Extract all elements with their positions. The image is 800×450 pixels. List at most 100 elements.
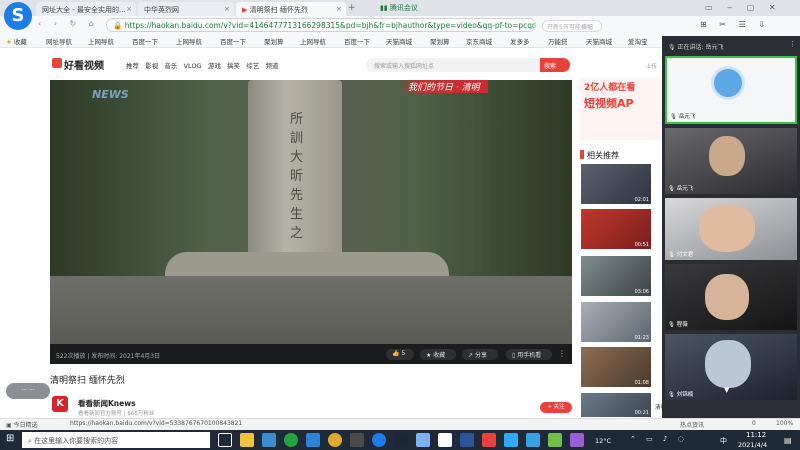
site-search-button[interactable]: 搜索 [540, 58, 570, 72]
like-button[interactable]: 👍 5 [386, 349, 414, 360]
nav-item[interactable]: 影视 [145, 62, 158, 70]
meeting-indicator[interactable]: ▮▮ 腾讯会议 [380, 3, 418, 13]
bookmark-item[interactable]: 京东商城 [466, 36, 492, 46]
bookmark-fav[interactable]: ★ 收藏 [6, 36, 27, 46]
app-icon[interactable] [570, 433, 584, 447]
avatar [711, 66, 745, 100]
floating-chat-bubble[interactable]: ··· ··· [6, 383, 50, 399]
app-icon[interactable] [350, 433, 364, 447]
close-icon[interactable]: × [224, 5, 230, 13]
tab-nav-site[interactable]: 网址大全 - 最安全实用的... × [36, 2, 136, 16]
bookmark-item[interactable]: 发多多 [510, 36, 530, 46]
nav-item[interactable]: 游戏 [208, 62, 221, 70]
task-view-icon[interactable] [218, 433, 232, 447]
status-url: https://haokan.baidu.com/v?vid=533876767… [70, 420, 243, 427]
file-explorer-icon[interactable] [240, 433, 254, 447]
word-icon[interactable] [460, 433, 474, 447]
more-icon[interactable]: ⋮ [558, 349, 566, 358]
clock-time[interactable]: 11:12 [746, 431, 766, 439]
tray-icons[interactable]: ⌃ ▭ ♪ ◌ [630, 435, 688, 443]
bookmark-item[interactable]: 上网导航 [88, 36, 114, 46]
recommend-thumbnail[interactable]: 00:21 [581, 393, 651, 417]
steam-icon[interactable] [394, 433, 408, 447]
bookmark-item[interactable]: 上网导航 [176, 36, 202, 46]
status-hot-news[interactable]: 热点资讯 [680, 420, 704, 429]
nav-item[interactable]: 综艺 [246, 62, 259, 70]
tab-video[interactable]: ▶ 清明祭扫 缅怀先烈 × [236, 2, 346, 16]
window-controls[interactable]: ▭ ‒ ▢ ✕ [705, 3, 782, 12]
zoom-level[interactable]: 100% [776, 420, 793, 427]
tab-martyrs-site[interactable]: 中华英烈网 × [138, 2, 234, 16]
bookmark-item[interactable]: 爱淘宝 [628, 36, 648, 46]
ad-line-1: 2亿人都在看 [584, 83, 636, 93]
bookmark-item[interactable]: 万能贷 [548, 36, 568, 46]
status-left[interactable]: ▣ 今日精选 [6, 420, 38, 429]
share-icon: ↗ [468, 352, 475, 359]
toolbar-icons[interactable]: ⊞ ✂ ☰ ⇩ [700, 20, 770, 29]
recommend-thumbnail[interactable]: 01:23 [581, 302, 651, 342]
upload-link[interactable]: 上传 [646, 62, 657, 70]
meeting-app-icon[interactable] [416, 433, 430, 447]
photoshop-icon[interactable] [504, 433, 518, 447]
browser-taskbar-icon[interactable] [372, 433, 386, 447]
qq-icon[interactable] [328, 433, 342, 447]
notification-icon[interactable]: ▤ [784, 436, 792, 445]
wechat-icon[interactable] [284, 433, 298, 447]
panel-menu-icon[interactable]: ⋮ [789, 40, 796, 48]
participant-tile[interactable]: 🎙 岳元飞 [665, 128, 797, 194]
mail-icon[interactable] [306, 433, 320, 447]
ime-indicator[interactable]: 中 [720, 436, 727, 446]
follow-button[interactable]: + 关注 [540, 402, 572, 413]
participant-tile[interactable]: 🎙 付文君 [665, 198, 797, 260]
nav-item[interactable]: 音乐 [164, 62, 177, 70]
address-bar[interactable]: 🔒 https://haokan.baidu.com/v?vid=4146477… [106, 18, 536, 32]
phone-watch-button[interactable]: ▯ 用手机看 [506, 349, 552, 360]
media-icon[interactable] [482, 433, 496, 447]
bookmark-item[interactable]: 百度一下 [220, 36, 246, 46]
nav-item[interactable]: 搞笑 [227, 62, 240, 70]
taskbar-search-input[interactable]: ⌕ 在这里输入你要搜索的内容 [22, 432, 210, 448]
close-icon[interactable]: × [336, 5, 342, 13]
notepad-icon[interactable] [438, 433, 452, 447]
bookmark-item[interactable]: 天猫商城 [586, 36, 612, 46]
ad-banner[interactable]: 2亿人都在看 短视频AP [580, 78, 662, 140]
edge-icon[interactable] [262, 433, 276, 447]
bookmark-item[interactable]: 聚划算 [430, 36, 450, 46]
recommend-thumbnail[interactable]: 02:01 [581, 164, 651, 204]
bookmark-item[interactable]: 聚划算 [264, 36, 284, 46]
participant-tile[interactable]: 🎙 岳元飞 [665, 56, 797, 124]
close-icon[interactable]: × [126, 5, 132, 13]
video-player[interactable]: 所 訓 大 昕 先 生 之 我们的节日 · 清明 NEWS [50, 80, 572, 364]
site-search-input[interactable]: 搜索或输入搜狐网址点 [366, 58, 540, 72]
site-nav: 推荐 影视 音乐 VLOG 游戏 搞笑 综艺 频道 [126, 60, 278, 70]
recommend-thumbnail[interactable]: 01:08 [581, 347, 651, 387]
nav-item[interactable]: 推荐 [126, 62, 139, 70]
video-stats: 522次播放 | 发布时间: 2021年4月3日 [56, 353, 161, 360]
bookmark-item[interactable]: 百度一下 [132, 36, 158, 46]
windows-start-icon[interactable]: ⊞ [6, 433, 14, 444]
nav-item[interactable]: VLOG [184, 62, 202, 70]
new-tab-button[interactable]: + [348, 3, 356, 13]
bookmark-item[interactable]: 网址导航 [46, 36, 72, 46]
author-name[interactable]: 看看新闻Knews [78, 398, 136, 409]
bookmark-item[interactable]: 百度一下 [344, 36, 370, 46]
weather-text[interactable]: 12°C [595, 437, 611, 445]
lock-icon: 🔒 [113, 21, 125, 30]
participant-name: 🎙 岳元飞 [670, 114, 696, 120]
recommend-thumbnail[interactable]: 00:51 [581, 209, 651, 249]
participant-tile[interactable]: 🎙 程薇 [665, 264, 797, 330]
participant-tile[interactable]: 🎙 刘锦楠 [665, 334, 797, 400]
bookmark-item[interactable]: 上网导航 [300, 36, 326, 46]
chevron-down-icon[interactable]: ▼ [724, 386, 729, 394]
recommend-thumbnail[interactable]: 03:06 [581, 256, 651, 296]
nav-item[interactable]: 频道 [265, 62, 278, 70]
video-title: 清明祭扫 缅怀先烈 [50, 376, 125, 386]
app-icon[interactable] [526, 433, 540, 447]
browser-search-box[interactable]: 开新5万可能横幅 [542, 20, 602, 32]
collect-button[interactable]: ★ 收藏 [420, 349, 456, 360]
app-icon[interactable] [548, 433, 562, 447]
author-avatar[interactable]: K [52, 396, 68, 412]
bookmark-item[interactable]: 天猫商城 [386, 36, 412, 46]
clock-date[interactable]: 2021/4/4 [738, 441, 767, 449]
share-button[interactable]: ↗ 分享 [462, 349, 498, 360]
